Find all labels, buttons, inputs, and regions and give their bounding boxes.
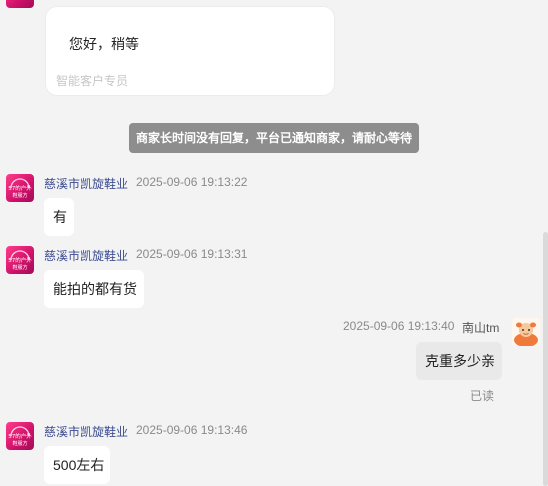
agent-message-card: 您好，稍等 智能客户专员: [45, 6, 335, 96]
shop-avatar-icon: [6, 0, 34, 8]
shop-avatar-text: 57的户外: [8, 432, 32, 440]
agent-label: 智能客户专员: [56, 74, 129, 88]
shop-avatar-text: 鞋服方: [12, 440, 27, 447]
shop-avatar-icon[interactable]: 57的户外 鞋服方: [6, 246, 34, 274]
shop-avatar-text: 57的户外: [8, 256, 32, 264]
message-timestamp: 2025-09-06 19:13:31: [136, 247, 248, 261]
sender-name[interactable]: 慈溪市凯旋鞋业: [44, 423, 128, 440]
read-status: 已读: [470, 389, 495, 403]
agent-greeting-text: 您好，稍等: [69, 36, 139, 52]
chat-scrollbar[interactable]: [543, 232, 548, 486]
message-timestamp: 2025-09-06 19:13:46: [136, 423, 248, 437]
shop-avatar-icon[interactable]: 57的户外 鞋服方: [6, 174, 34, 202]
system-notice: 商家长时间没有回复，平台已通知商家，请耐心等待: [129, 123, 420, 153]
sender-name[interactable]: 南山tm: [462, 319, 499, 336]
user-avatar-icon[interactable]: [512, 318, 540, 346]
sender-name[interactable]: 慈溪市凯旋鞋业: [44, 175, 128, 192]
message-timestamp: 2025-09-06 19:13:22: [136, 175, 248, 189]
shop-avatar-text: 鞋服方: [12, 264, 27, 271]
message-bubble[interactable]: 克重多少亲: [416, 342, 502, 380]
shop-avatar-icon[interactable]: 57的户外 鞋服方: [6, 422, 34, 450]
message-timestamp: 2025-09-06 19:13:40: [343, 319, 455, 333]
message-bubble[interactable]: 有: [44, 198, 74, 236]
shop-avatar-text: 57的户外: [8, 184, 32, 192]
sender-name[interactable]: 慈溪市凯旋鞋业: [44, 247, 128, 264]
shop-avatar-text: 鞋服方: [12, 192, 27, 199]
message-bubble[interactable]: 能拍的都有货: [44, 270, 144, 308]
message-bubble[interactable]: 500左右: [44, 446, 110, 484]
